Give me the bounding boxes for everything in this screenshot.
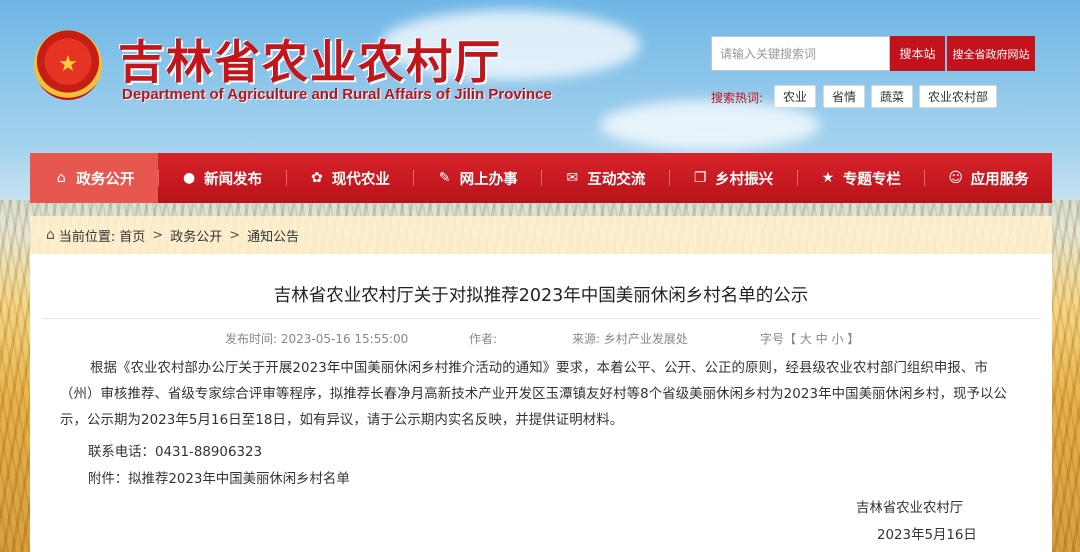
search-site-button[interactable]: 搜本站 [890, 36, 945, 71]
nav-item-modern-agriculture[interactable]: ✿ 现代农业 [285, 153, 414, 203]
nav-item-label: 乡村振兴 [715, 171, 774, 188]
attachment-line: 附件：拟推荐2023年中国美丽休闲乡村名单 [88, 467, 350, 487]
house-icon: ⌂ [56, 170, 66, 186]
nav-item-special-topics[interactable]: ★ 专题专栏 [796, 153, 925, 203]
hot-word-tag[interactable]: 农业 [774, 85, 816, 108]
nav-item-label: 新闻发布 [204, 171, 263, 188]
author: 作者: [469, 332, 498, 346]
nav-item-news[interactable]: ● 新闻发布 [157, 153, 286, 203]
sprout-icon: ✿ [311, 170, 323, 186]
attachment-link[interactable]: 拟推荐2023年中国美丽休闲乡村名单 [128, 472, 350, 487]
site-subtitle: Department of Agriculture and Rural Affa… [122, 86, 552, 103]
article-title: 吉林省农业农村厅关于对拟推荐2023年中国美丽休闲乡村名单的公示 [273, 286, 809, 306]
breadcrumb-separator: > [152, 227, 164, 243]
article-panel: 吉林省农业农村厅关于对拟推荐2023年中国美丽休闲乡村名单的公示 发布时间: 2… [30, 254, 1052, 552]
contact-phone: 联系电话：0431-88906323 [88, 445, 263, 460]
home-icon: ⌂ [46, 227, 55, 243]
hot-words-label: 搜索热词: [711, 91, 764, 105]
publish-time: 发布时间: 2023-05-16 15:55:00 [225, 332, 409, 346]
nav-item-label: 现代农业 [331, 171, 390, 188]
nav-item-label: 专题专栏 [842, 171, 901, 188]
signature-organization: 吉林省农业农村厅 [856, 501, 964, 516]
nav-item-rural-revitalization[interactable]: ❐ 乡村振兴 [668, 153, 797, 203]
breadcrumb-separator: > [229, 227, 241, 243]
star-icon: ★ [58, 52, 78, 77]
signature-date: 2023年5月16日 [877, 528, 977, 543]
copy-icon: ❐ [693, 170, 707, 186]
national-emblem-logo: ★ [34, 30, 102, 100]
breadcrumb-home[interactable]: 首页 [119, 226, 145, 245]
nav-item-app-services[interactable]: ☺ 应用服务 [924, 153, 1052, 203]
nav-item-government-affairs[interactable]: ⌂ 政务公开 [30, 153, 158, 203]
breadcrumb: ⌂ 当前位置: 首页 > 政务公开 > 通知公告 [30, 216, 1052, 254]
star-icon: ★ [821, 170, 835, 186]
nav-item-online-services[interactable]: ✎ 网上办事 [413, 153, 541, 203]
main-nav: ⌂ 政务公开 ● 新闻发布 ✿ 现代农业 ✎ 网上办事 ✉ 互动交流 ❐ 乡村振… [30, 153, 1052, 203]
search-input[interactable] [711, 36, 890, 71]
hot-word-tag[interactable]: 蔬菜 [871, 85, 913, 108]
user-icon: ☺ [948, 170, 963, 186]
nav-item-label: 政务公开 [76, 171, 135, 188]
hot-word-tag[interactable]: 省情 [823, 85, 865, 108]
article-meta: 发布时间: 2023-05-16 15:55:00 作者: 来源: 乡村产业发展… [42, 318, 1040, 350]
search-gov-sites-button[interactable]: 搜全省政府网站 [947, 36, 1035, 71]
font-size-switcher[interactable]: 字号【 大 中 小 】 [760, 330, 859, 347]
nav-item-label: 应用服务 [970, 171, 1029, 188]
article-paragraph: 根据《农业农村部办公厅关于开展2023年中国美丽休闲乡村推介活动的通知》要求，本… [60, 361, 1007, 428]
attachment-label: 附件： [88, 472, 129, 487]
nav-item-label: 互动交流 [587, 171, 646, 188]
envelope-icon: ✉ [566, 170, 579, 186]
breadcrumb-notices[interactable]: 通知公告 [247, 226, 299, 245]
hot-word-tag[interactable]: 农业农村部 [919, 85, 997, 108]
breadcrumb-government-affairs[interactable]: 政务公开 [170, 226, 222, 245]
edit-icon: ✎ [438, 170, 451, 186]
source: 来源: 乡村产业发展处 [572, 332, 688, 346]
nav-item-label: 网上办事 [459, 171, 518, 188]
breadcrumb-prefix: 当前位置: [58, 229, 116, 245]
chat-bubble-icon: ● [183, 170, 196, 186]
nav-item-interaction[interactable]: ✉ 互动交流 [541, 153, 669, 203]
site-title: 吉林省农业农村厅 [118, 35, 502, 89]
